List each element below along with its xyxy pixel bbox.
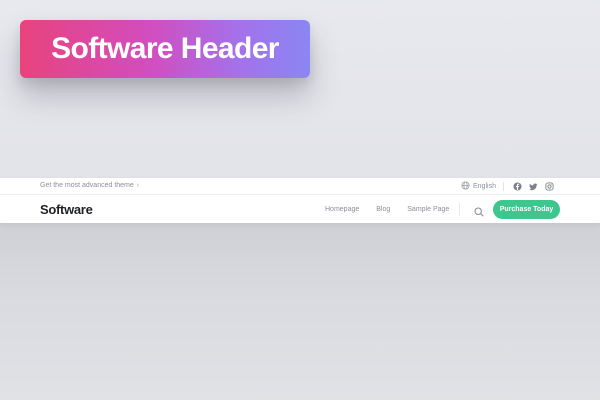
nav-link-homepage[interactable]: Homepage: [325, 206, 359, 213]
header-topbar: Get the most advanced theme › English: [0, 178, 600, 195]
topbar-divider: [503, 182, 504, 191]
facebook-icon[interactable]: [513, 181, 522, 191]
page-background-lower: [0, 223, 600, 400]
header-navbar: Software Homepage Blog Sample Page Purch…: [0, 195, 600, 223]
nav-link-blog[interactable]: Blog: [376, 206, 390, 213]
purchase-button[interactable]: Purchase Today: [493, 200, 560, 219]
nav-link-sample-page[interactable]: Sample Page: [407, 206, 449, 213]
twitter-icon[interactable]: [529, 181, 538, 191]
promo-link[interactable]: Get the most advanced theme ›: [40, 182, 139, 189]
promo-text: Get the most advanced theme: [40, 182, 134, 189]
language-label: English: [473, 183, 496, 190]
language-selector[interactable]: English: [461, 181, 496, 192]
nav-divider: [459, 203, 460, 216]
instagram-icon[interactable]: [545, 181, 554, 191]
chevron-right-icon: ›: [136, 182, 140, 189]
search-icon[interactable]: [474, 204, 484, 217]
globe-icon: [461, 181, 470, 192]
social-links: [513, 181, 554, 191]
title-badge: Software Header: [20, 20, 310, 78]
badge-title: Software Header: [51, 32, 279, 65]
site-logo[interactable]: Software: [40, 202, 93, 217]
site-header: Get the most advanced theme › English So…: [0, 178, 600, 223]
primary-nav: Homepage Blog Sample Page: [325, 206, 449, 213]
